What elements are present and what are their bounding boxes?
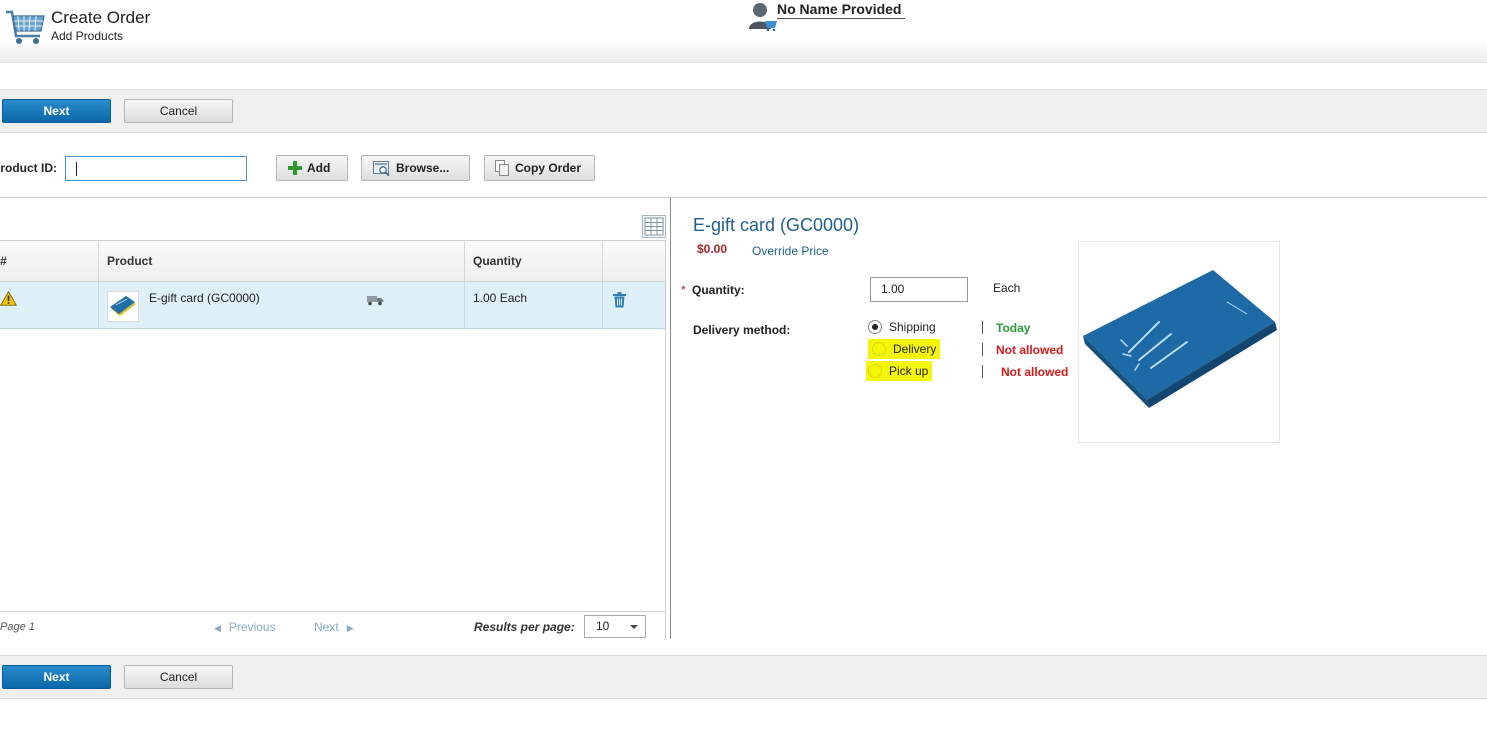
row-product-cell: E-gift card (GC0000) (99, 282, 465, 329)
warning-icon (0, 291, 17, 306)
delivery-option-label: Delivery (893, 342, 937, 356)
bottom-action-bar: Next Cancel (0, 655, 1487, 699)
top-action-bar: Next Cancel (0, 89, 1487, 133)
row-number-cell (0, 282, 99, 329)
required-marker: * (681, 283, 686, 297)
page-header: Create Order Add Products No Name Provid… (0, 0, 1487, 63)
previous-page-label: Previous (228, 620, 276, 634)
pickup-radio[interactable] (868, 364, 882, 378)
shopping-cart-icon (6, 10, 45, 44)
browse-button-label: Browse... (396, 161, 450, 175)
previous-page-link[interactable]: ◀ Previous (214, 620, 276, 634)
product-image (1078, 241, 1280, 443)
customer-name-link[interactable]: No Name Provided (777, 1, 905, 19)
quantity-unit: Each (993, 281, 1021, 295)
column-header-quantity[interactable]: Quantity (465, 241, 603, 281)
row-quantity-cell: 1.00 Each (465, 282, 603, 329)
pickup-option-label: Pick up (889, 364, 929, 378)
delivery-radio[interactable] (872, 342, 886, 356)
results-per-page-value: 10 (596, 619, 610, 633)
chevron-right-icon: ▶ (346, 623, 354, 633)
page-subtitle: Add Products (51, 29, 124, 43)
page-title: Create Order (51, 8, 151, 27)
next-button[interactable]: Next (2, 665, 111, 689)
copy-order-button[interactable]: Copy Order (484, 155, 595, 181)
option-separator (982, 321, 983, 334)
product-id-input[interactable] (65, 156, 247, 181)
table-row[interactable]: E-gift card (GC0000) 1.00 Each (0, 282, 665, 329)
panel-divider (670, 198, 671, 639)
next-button[interactable]: Next (2, 99, 111, 123)
column-header-number[interactable]: # (0, 241, 99, 281)
column-header-actions (603, 241, 665, 281)
next-page-link[interactable]: Next ▶ (314, 620, 354, 634)
quantity-label: Quantity: (692, 283, 745, 297)
chevron-down-icon (630, 625, 638, 629)
delivery-method-label: Delivery method: (693, 323, 791, 337)
row-quantity: 1.00 Each (473, 291, 528, 305)
results-per-page-label: Results per page: (474, 620, 575, 634)
override-price-link[interactable]: Override Price (752, 244, 829, 258)
browse-catalog-icon (373, 161, 390, 176)
chevron-left-icon: ◀ (214, 623, 221, 633)
copy-icon (495, 160, 509, 176)
option-separator (982, 365, 983, 378)
grid-columns-icon[interactable] (642, 215, 666, 238)
shipping-radio[interactable] (868, 320, 882, 334)
shipping-truck-icon (367, 296, 384, 306)
delivery-option-delivery[interactable]: Delivery (868, 339, 941, 359)
quantity-input[interactable]: 1.00 (870, 277, 968, 302)
gift-card-image (1083, 270, 1277, 408)
add-button[interactable]: Add (276, 155, 348, 181)
customer-icon (749, 3, 777, 31)
grid-pagination: Page 1 ◀ Previous Next ▶ Results per page:… (0, 611, 666, 639)
option-separator (982, 343, 983, 356)
grid-header: # Product Quantity (0, 241, 665, 282)
browse-button[interactable]: Browse... (361, 155, 470, 181)
pickup-availability: Not allowed (1001, 365, 1069, 379)
product-id-label: Product ID: (0, 161, 57, 175)
product-thumbnail[interactable] (107, 291, 139, 322)
shipping-availability: Today (996, 321, 1031, 335)
row-actions-cell (603, 282, 665, 329)
page-indicator: Page 1 (0, 621, 35, 633)
cancel-button[interactable]: Cancel (124, 665, 233, 689)
add-button-label: Add (307, 161, 331, 175)
product-grid: # Product Quantity E-gift card (GC0000) (0, 240, 666, 611)
delivery-option-shipping[interactable]: Shipping (868, 317, 936, 337)
column-header-product[interactable]: Product (99, 241, 465, 281)
cancel-button[interactable]: Cancel (124, 99, 233, 123)
product-price: $0.00 (697, 242, 728, 256)
delivery-option-pickup[interactable]: Pick up (866, 361, 933, 381)
text-caret (76, 162, 77, 176)
next-page-label: Next (314, 620, 339, 634)
copy-order-button-label: Copy Order (515, 161, 582, 175)
results-per-page-select[interactable]: 10 (584, 615, 646, 638)
plus-icon (288, 161, 302, 175)
section-divider (0, 197, 1487, 198)
product-detail-title: E-gift card (GC0000) (693, 215, 860, 235)
delivery-availability: Not allowed (996, 343, 1064, 357)
shipping-option-label: Shipping (889, 320, 936, 334)
trash-icon[interactable] (613, 292, 626, 308)
row-product-name[interactable]: E-gift card (GC0000) (149, 291, 260, 305)
